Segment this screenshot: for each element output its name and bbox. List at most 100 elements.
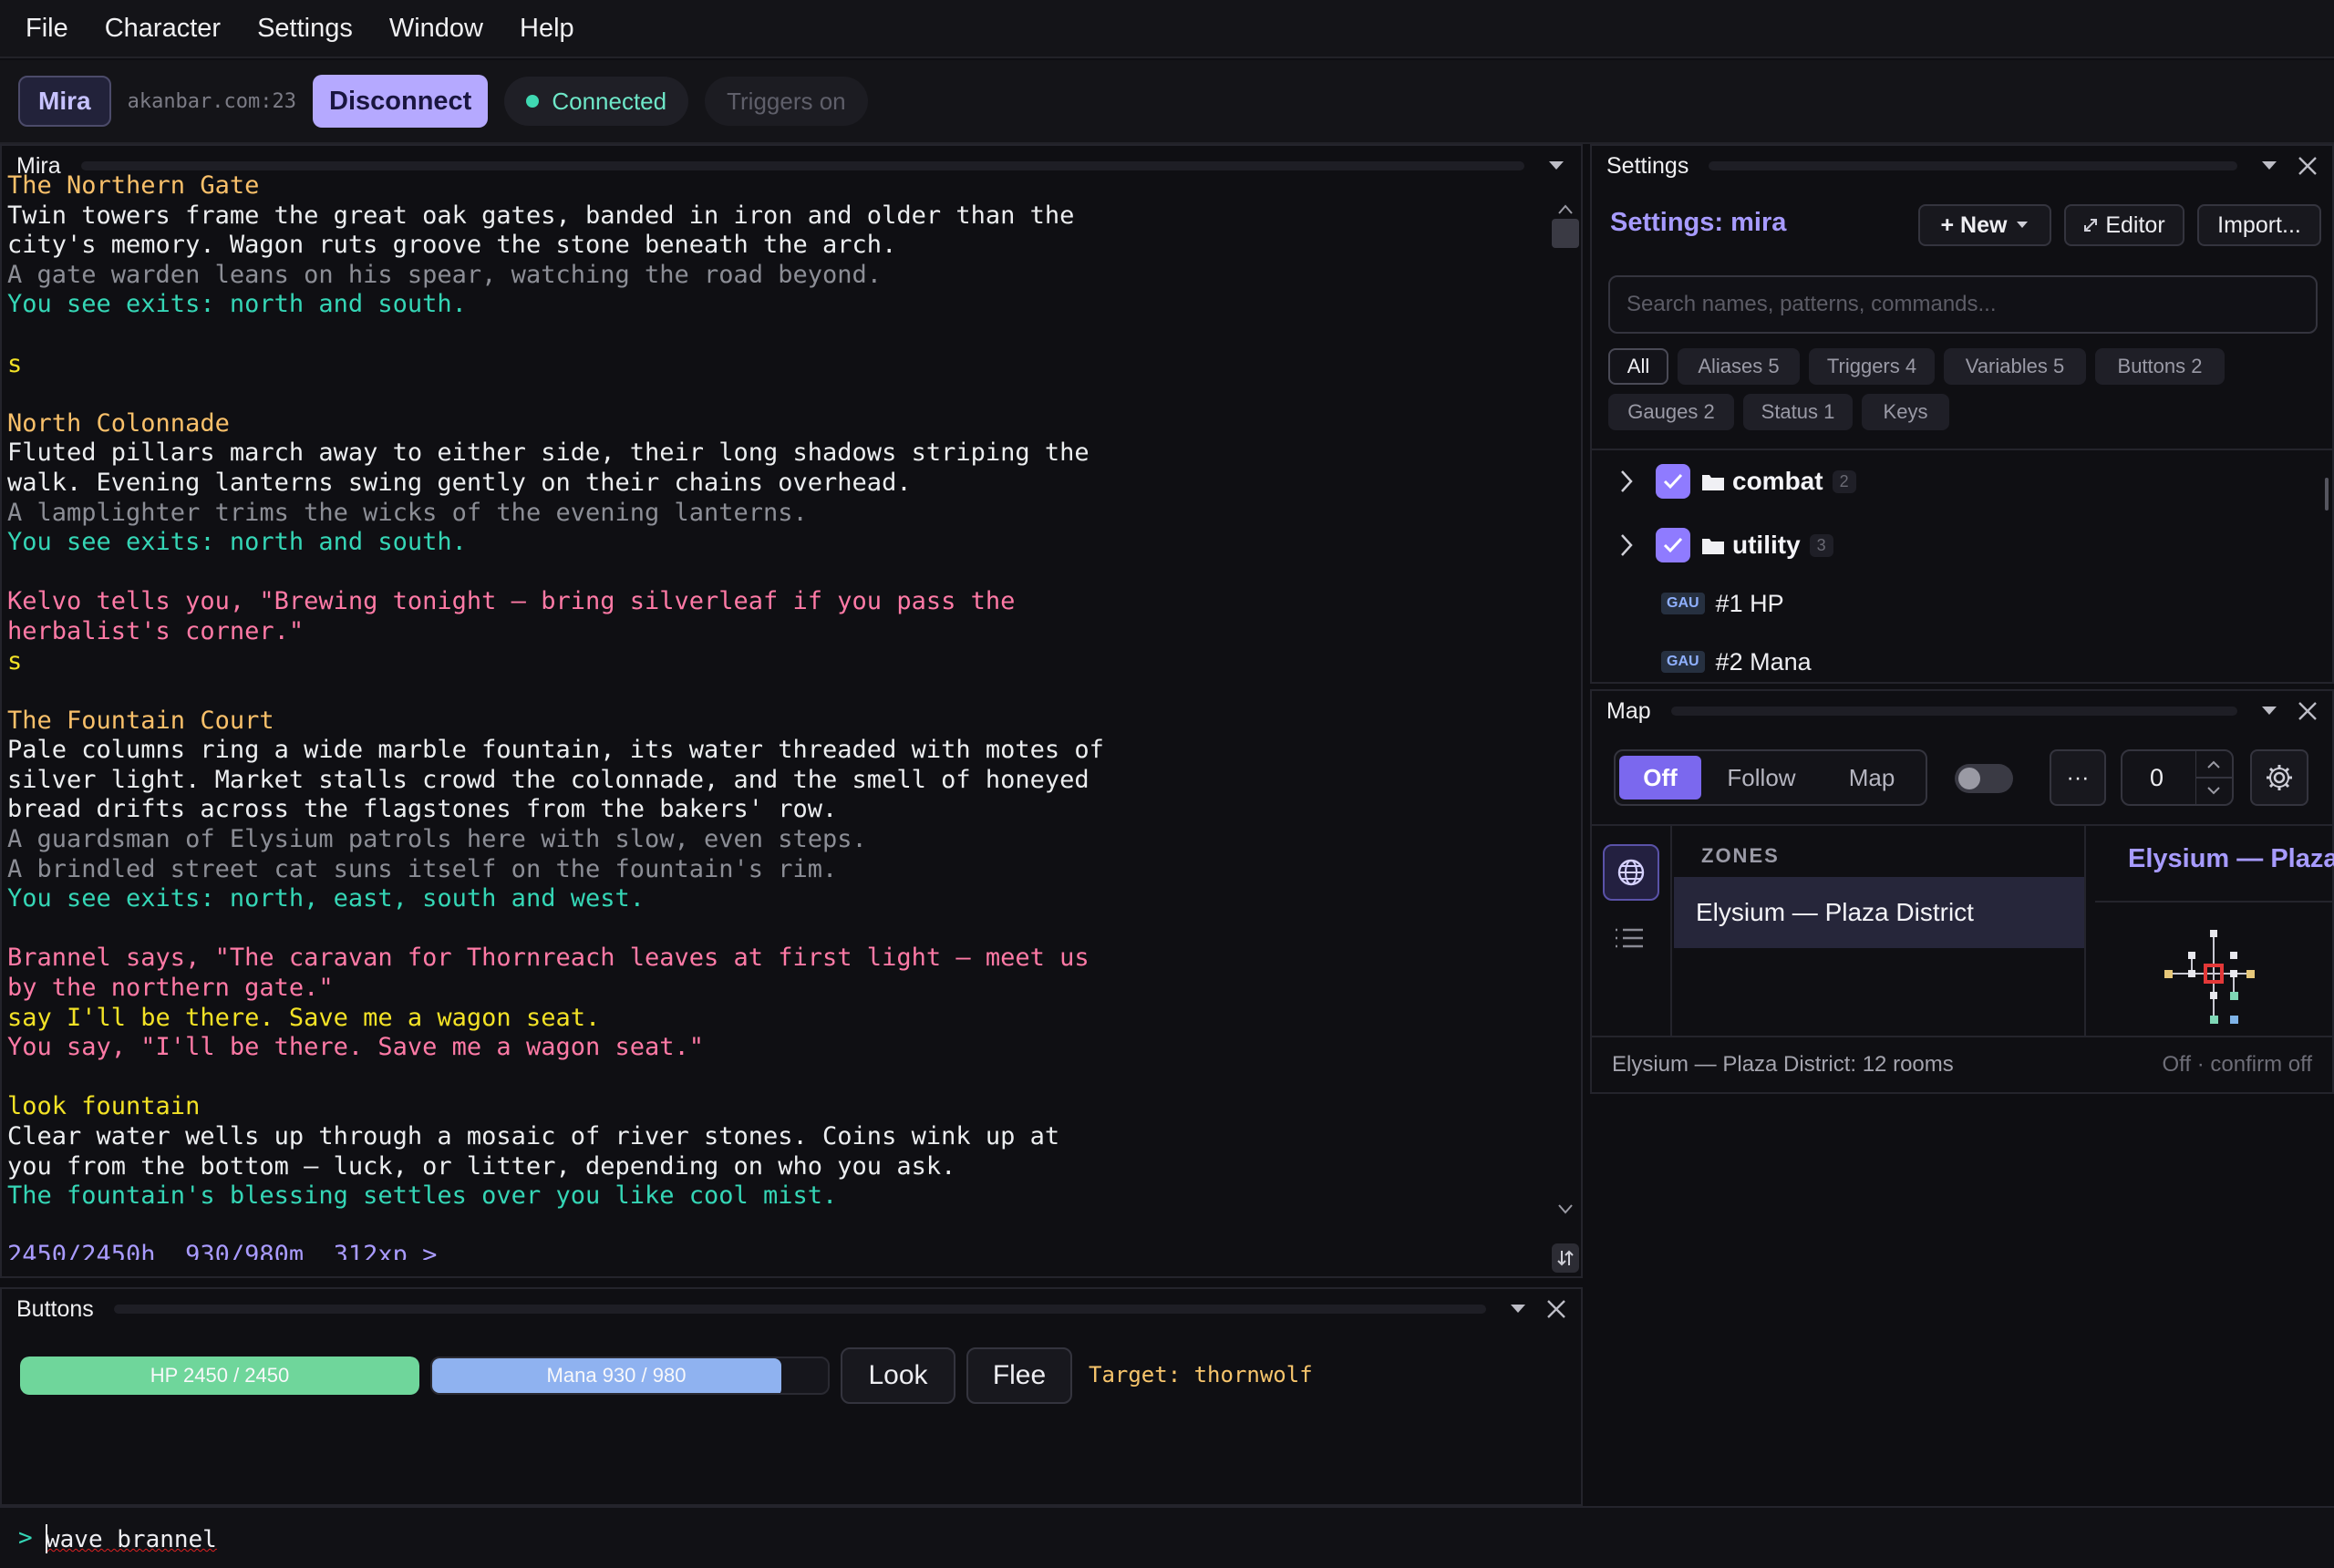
menu-file[interactable]: File	[26, 14, 68, 44]
output-line: You say, "I'll be there. Save me a wagon…	[7, 1033, 705, 1062]
menu-character[interactable]: Character	[105, 14, 221, 44]
folder-icon	[1702, 475, 1724, 490]
drag-handle[interactable]	[113, 1305, 1486, 1314]
output-line: You see exits: north and south.	[7, 528, 467, 557]
zone-item[interactable]: Elysium — Plaza District	[1674, 877, 2084, 948]
tree-group-combat[interactable]: combat 2	[1617, 454, 1856, 509]
character-pill[interactable]: Mira	[18, 76, 111, 127]
map-room	[2210, 1016, 2218, 1024]
scroll-lock-icon[interactable]	[1552, 1243, 1579, 1273]
map-canvas[interactable]: Elysium — Plaza District	[2095, 826, 2334, 1036]
close-icon[interactable]	[2294, 152, 2321, 180]
output-line: North Colonnade	[7, 408, 230, 438]
scrollbar-thumb[interactable]	[1552, 219, 1579, 248]
buttons-panel-header: Buttons	[2, 1289, 1581, 1329]
group-name: utility	[1732, 531, 1801, 559]
settings-scrollbar-thumb[interactable]	[2325, 478, 2329, 511]
close-icon[interactable]	[1543, 1295, 1570, 1323]
chevron-down-icon[interactable]	[1543, 152, 1570, 180]
settings-search-input[interactable]: Search names, patterns, commands...	[1608, 275, 2318, 334]
menu-help[interactable]: Help	[520, 14, 574, 44]
triggers-toggle[interactable]: Triggers on	[705, 77, 868, 126]
chip-buttons[interactable]: Buttons 2	[2095, 348, 2225, 385]
close-icon[interactable]	[2294, 697, 2321, 725]
output-line: look fountain	[7, 1092, 201, 1121]
input-prompt: >	[18, 1524, 33, 1552]
zone-title: Elysium — Plaza District	[2128, 844, 2334, 873]
map-room	[2188, 970, 2195, 977]
chevron-right-icon	[1621, 470, 1633, 492]
disconnect-button[interactable]: Disconnect	[313, 75, 489, 128]
level-value: 0	[2150, 764, 2164, 791]
map-settings-button[interactable]	[2250, 749, 2308, 806]
output-line: You see exits: north and south.	[7, 290, 467, 319]
tree-group-utility[interactable]: utility 3	[1617, 518, 1833, 573]
map-mode-map[interactable]: Map	[1822, 756, 1922, 799]
map-graph	[2164, 930, 2255, 1024]
mana-gauge-label: Mana 930 / 980	[546, 1364, 687, 1387]
import-button[interactable]: Import...	[2197, 204, 2321, 246]
mana-gauge: Mana 930 / 980	[430, 1357, 830, 1395]
buttons-panel: Buttons HP 2450 / 2450 Mana 930 / 980 Lo…	[0, 1287, 1583, 1506]
zones-view-button[interactable]	[1603, 844, 1659, 901]
text-caret	[46, 1524, 47, 1553]
chip-triggers[interactable]: Triggers 4	[1809, 348, 1935, 385]
chip-keys[interactable]: Keys	[1862, 394, 1949, 430]
chevron-down-icon[interactable]	[2256, 152, 2283, 180]
output-line: you from the bottom — luck, or litter, d…	[7, 1151, 956, 1181]
output-line: Fluted pillars march away to either side…	[7, 438, 1090, 468]
tree-item-gauge-hp[interactable]: GAU #1 HP	[1661, 576, 1784, 631]
command-input[interactable]: wave brannel	[46, 1526, 217, 1553]
look-button[interactable]: Look	[841, 1347, 955, 1404]
map-room	[2188, 952, 2195, 959]
menu-window[interactable]: Window	[389, 14, 483, 44]
host-label: akanbar.com:23	[127, 89, 297, 113]
list-view-button[interactable]	[1614, 926, 1645, 954]
chevron-down-icon[interactable]	[2256, 697, 2283, 725]
chip-gauges[interactable]: Gauges 2	[1608, 394, 1734, 430]
menu-settings[interactable]: Settings	[257, 14, 353, 44]
scrollbar[interactable]	[1550, 190, 1581, 1274]
chevron-right-icon	[1621, 534, 1633, 556]
output-line: The Fountain Court	[7, 706, 274, 735]
output-line: Clear water wells up through a mosaic of…	[7, 1122, 1060, 1150]
checkbox-checked-icon[interactable]	[1656, 528, 1690, 562]
output-line: by the northern gate."	[7, 974, 334, 1003]
map-panel-header: Map	[1592, 691, 2332, 731]
chip-all[interactable]: All	[1608, 348, 1668, 385]
tree-item-gauge-mana[interactable]: GAU #2 Mana	[1661, 634, 1812, 689]
drag-handle[interactable]	[1709, 161, 2237, 170]
map-panel: Map Off Follow Map ··· 0 ZONES Elysium —	[1590, 689, 2334, 1094]
stepper-arrows-icon	[2195, 751, 2232, 804]
flee-button[interactable]: Flee	[966, 1347, 1072, 1404]
level-stepper[interactable]: 0	[2121, 749, 2234, 806]
output-line: The fountain's blessing settles over you…	[7, 1181, 838, 1211]
chip-aliases[interactable]: Aliases 5	[1678, 348, 1800, 385]
connection-bar: Mira akanbar.com:23 Disconnect Connected…	[0, 60, 2334, 144]
output-line: walk. Evening lanterns swing gently on t…	[7, 468, 912, 497]
chevron-down-icon[interactable]	[1504, 1295, 1532, 1323]
drag-handle[interactable]	[80, 161, 1524, 170]
chip-status[interactable]: Status 1	[1743, 394, 1853, 430]
new-button[interactable]: + New	[1918, 204, 2051, 246]
connection-status-badge: Connected	[504, 77, 689, 126]
zones-list: ZONES Elysium — Plaza District	[1674, 826, 2086, 1036]
target-label: Target: thornwolf	[1089, 1362, 1313, 1387]
drag-handle[interactable]	[1670, 707, 2237, 716]
chip-variables[interactable]: Variables 5	[1944, 348, 2086, 385]
checkbox-checked-icon[interactable]	[1656, 464, 1690, 499]
output-line: herbalist's corner."	[7, 616, 305, 645]
gauge-tag: GAU	[1661, 593, 1705, 614]
map-mode-follow[interactable]: Follow	[1707, 756, 1816, 799]
output-line: Twin towers frame the great oak gates, b…	[7, 201, 1075, 230]
map-toggle-switch[interactable]	[1955, 764, 2013, 793]
output-line: Pale columns ring a wide marble fountain…	[7, 736, 1104, 765]
editor-button[interactable]: Editor	[2064, 204, 2184, 246]
map-more-button[interactable]: ···	[2050, 749, 2106, 806]
map-panel-title: Map	[1606, 697, 1651, 724]
output-line: A brindled street cat suns itself on the…	[7, 854, 838, 883]
settings-panel-header: Settings	[1592, 146, 2332, 186]
map-mode-off[interactable]: Off	[1619, 756, 1701, 799]
